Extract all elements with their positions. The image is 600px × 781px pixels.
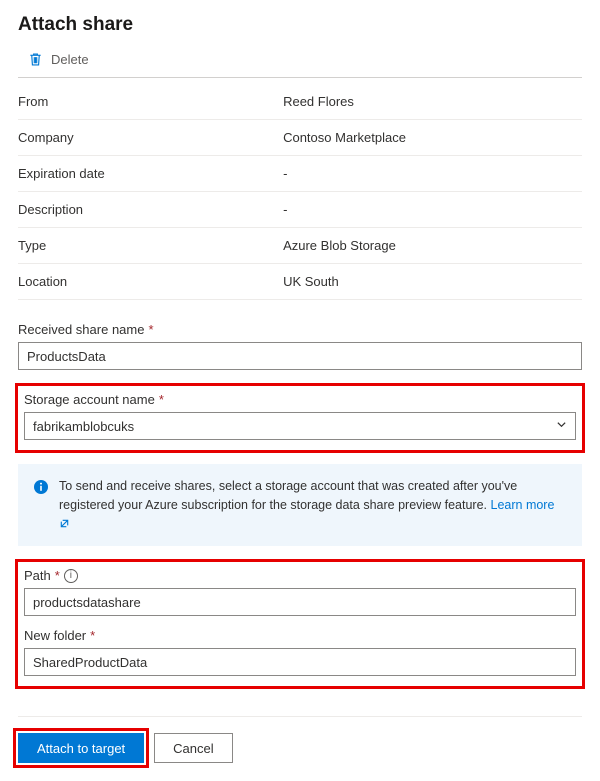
table-row: Expiration date - bbox=[18, 156, 582, 192]
required-asterisk: * bbox=[148, 322, 153, 337]
table-row: From Reed Flores bbox=[18, 84, 582, 120]
storage-account-value: fabrikamblobcuks bbox=[33, 419, 134, 434]
description-label: Description bbox=[18, 202, 283, 217]
type-label: Type bbox=[18, 238, 283, 253]
description-value: - bbox=[283, 202, 582, 217]
delete-label: Delete bbox=[51, 52, 89, 67]
path-section-highlight: Path* i New folder* bbox=[18, 562, 582, 686]
chevron-down-icon bbox=[556, 419, 567, 433]
required-asterisk: * bbox=[55, 568, 60, 583]
delete-button[interactable]: Delete bbox=[18, 48, 582, 78]
info-icon bbox=[33, 479, 49, 495]
required-asterisk: * bbox=[159, 392, 164, 407]
from-value: Reed Flores bbox=[283, 94, 582, 109]
required-asterisk: * bbox=[90, 628, 95, 643]
details-table: From Reed Flores Company Contoso Marketp… bbox=[18, 84, 582, 300]
from-label: From bbox=[18, 94, 283, 109]
storage-account-label: Storage account name* bbox=[24, 392, 576, 407]
table-row: Company Contoso Marketplace bbox=[18, 120, 582, 156]
button-row: Attach to target Cancel bbox=[18, 716, 582, 763]
info-icon[interactable]: i bbox=[64, 569, 78, 583]
location-label: Location bbox=[18, 274, 283, 289]
table-row: Type Azure Blob Storage bbox=[18, 228, 582, 264]
info-text: To send and receive shares, select a sto… bbox=[59, 479, 517, 512]
new-folder-label: New folder* bbox=[24, 628, 576, 643]
received-share-input[interactable] bbox=[18, 342, 582, 370]
received-share-label: Received share name* bbox=[18, 322, 582, 337]
table-row: Description - bbox=[18, 192, 582, 228]
type-value: Azure Blob Storage bbox=[283, 238, 582, 253]
path-input[interactable] bbox=[24, 588, 576, 616]
company-label: Company bbox=[18, 130, 283, 145]
new-folder-input[interactable] bbox=[24, 648, 576, 676]
storage-account-select[interactable]: fabrikamblobcuks bbox=[24, 412, 576, 440]
attach-button[interactable]: Attach to target bbox=[18, 733, 144, 763]
table-row: Location UK South bbox=[18, 264, 582, 300]
expiration-label: Expiration date bbox=[18, 166, 283, 181]
trash-icon bbox=[28, 52, 43, 67]
cancel-button[interactable]: Cancel bbox=[154, 733, 232, 763]
storage-section-highlight: Storage account name* fabrikamblobcuks bbox=[18, 386, 582, 450]
page-title: Attach share bbox=[18, 14, 582, 36]
company-value: Contoso Marketplace bbox=[283, 130, 582, 145]
path-label: Path* i bbox=[24, 568, 576, 583]
expiration-value: - bbox=[283, 166, 582, 181]
info-banner: To send and receive shares, select a sto… bbox=[18, 464, 582, 546]
external-link-icon bbox=[59, 519, 70, 531]
location-value: UK South bbox=[283, 274, 582, 289]
